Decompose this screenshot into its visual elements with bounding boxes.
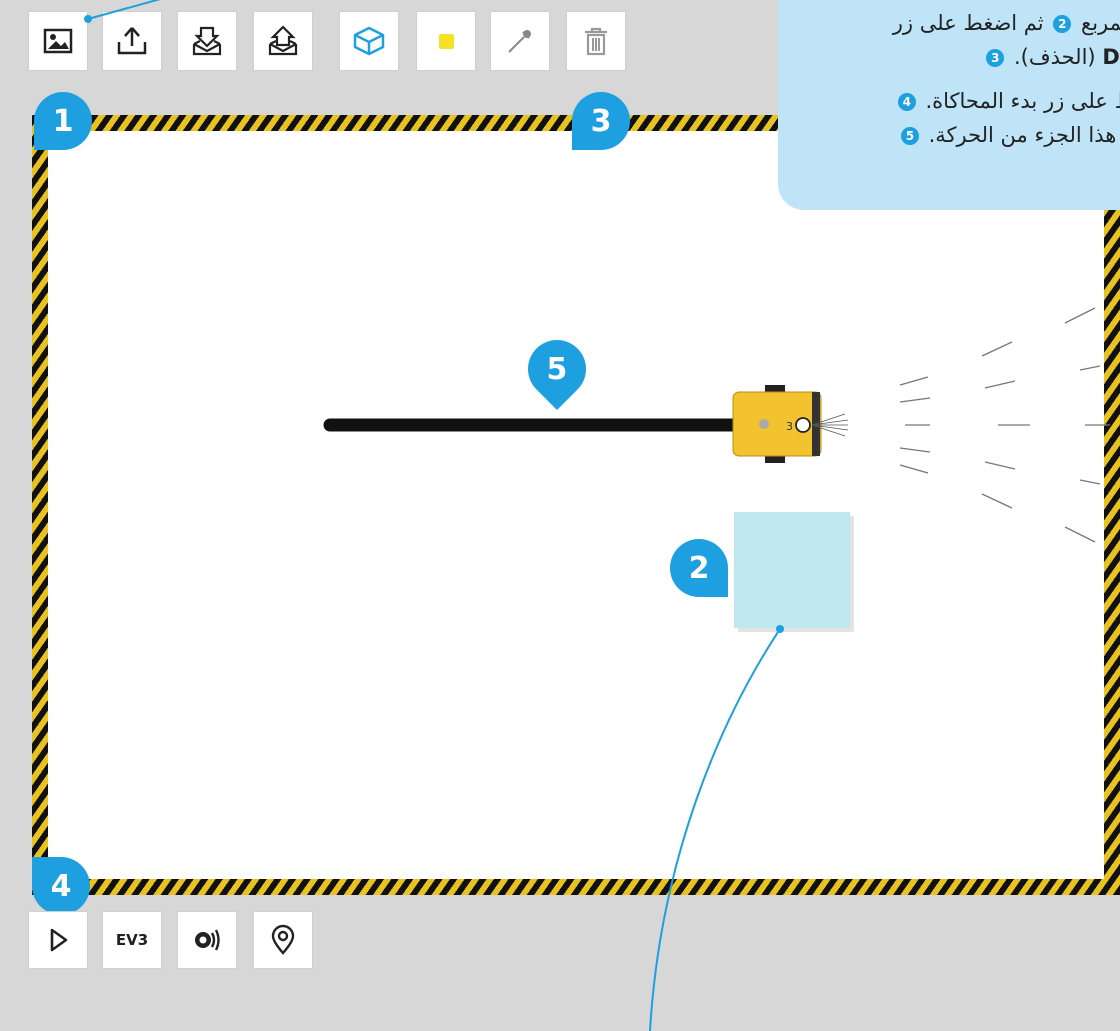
- robot-label: 3: [786, 420, 793, 433]
- sensor-rays: [899, 307, 1110, 543]
- callout-line-3: ط على زر بدء المحاكاة. 4: [778, 84, 1120, 118]
- sound-button[interactable]: [177, 911, 237, 969]
- obstacle-leader-line: [649, 628, 781, 1031]
- play-icon: [50, 928, 68, 952]
- location-icon: [271, 924, 295, 955]
- instruction-callout: المربع 2 ثم اضغط على زر De (الحذف). 3 ط …: [778, 0, 1120, 210]
- sound-icon: [195, 929, 220, 951]
- callout-line-1: المربع 2 ثم اضغط على زر: [892, 11, 1120, 35]
- callout-line-2: De (الحذف). 3: [778, 40, 1120, 74]
- step-badge-4: 4: [32, 857, 90, 915]
- obstacle-square[interactable]: [734, 512, 850, 628]
- step-badge-1: 1: [34, 92, 92, 150]
- ev3-icon: EV3: [115, 931, 149, 949]
- step-badge-3: 3: [572, 92, 630, 150]
- play-button[interactable]: [28, 911, 88, 969]
- step-badge-2: 2: [670, 539, 728, 597]
- robot[interactable]: 3: [732, 385, 849, 463]
- ev3-button[interactable]: EV3: [102, 911, 162, 969]
- location-button[interactable]: [253, 911, 313, 969]
- callout-line-4: ة هذا الجزء من الحركة. 5: [778, 118, 1120, 152]
